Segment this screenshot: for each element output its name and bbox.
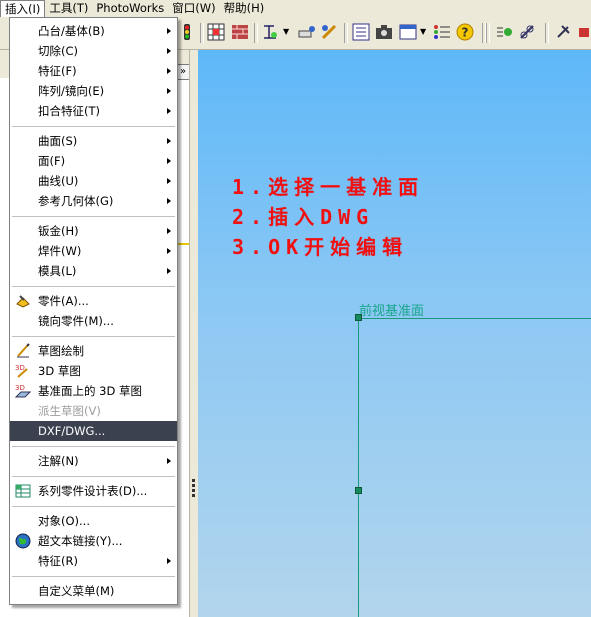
menu-item-boss-base[interactable]: 凸台/基体(B) xyxy=(10,21,177,41)
design-table-icon xyxy=(15,484,31,498)
menu-item-curve[interactable]: 曲线(U) xyxy=(10,171,177,191)
menu-bar: 插入(I) 工具(T) PhotoWorks 窗口(W) 帮助(H) xyxy=(0,0,591,17)
measure-icon[interactable] xyxy=(298,23,316,41)
menu-item-customize-menu[interactable]: 自定义菜单(M) xyxy=(10,581,177,601)
menu-separator xyxy=(12,506,175,507)
submenu-arrow-icon xyxy=(167,198,171,204)
rebuild-icon[interactable] xyxy=(495,23,513,41)
menu-separator xyxy=(12,216,175,217)
instruction-step-2: 2.插入DWG xyxy=(232,205,375,229)
menu-item-sheet-metal[interactable]: 钣金(H) xyxy=(10,221,177,241)
menu-tools[interactable]: 工具(T) xyxy=(45,0,92,17)
dropdown-arrow-icon[interactable]: ▼ xyxy=(420,27,426,36)
brick-icon[interactable] xyxy=(231,23,249,41)
camera-icon[interactable] xyxy=(375,23,393,41)
list-icon[interactable] xyxy=(352,23,370,41)
menu-item-reference-geometry[interactable]: 参考几何体(G) xyxy=(10,191,177,211)
bullet-list-icon[interactable] xyxy=(433,23,451,41)
submenu-arrow-icon xyxy=(167,88,171,94)
submenu-arrow-icon xyxy=(167,108,171,114)
menu-item-surface[interactable]: 曲面(S) xyxy=(10,131,177,151)
submenu-arrow-icon xyxy=(167,178,171,184)
submenu-arrow-icon xyxy=(167,68,171,74)
menu-item-3d-sketch-on-plane[interactable]: 3D 基准面上的 3D 草图 xyxy=(10,381,177,401)
menu-item-derived-sketch: 派生草图(V) xyxy=(38,404,101,418)
plane-3d-sketch-icon: 3D xyxy=(15,384,31,398)
menu-photoworks[interactable]: PhotoWorks xyxy=(92,0,168,17)
help-icon[interactable]: ? xyxy=(456,23,474,41)
plane-edge-handle[interactable] xyxy=(355,487,362,494)
submenu-arrow-icon xyxy=(167,248,171,254)
menu-item-pattern-mirror[interactable]: 阵列/镜向(E) xyxy=(10,81,177,101)
menu-item-fastening-feature[interactable]: 扣合特征(T) xyxy=(10,101,177,121)
globe-icon xyxy=(15,533,31,549)
svg-text:?: ? xyxy=(462,26,469,40)
3d-sketch-icon: 3D xyxy=(15,364,28,378)
menu-item-molds[interactable]: 模具(L) xyxy=(10,261,177,281)
menu-item-object[interactable]: 对象(O)... xyxy=(10,511,177,531)
submenu-arrow-icon xyxy=(167,458,171,464)
menu-item-sketch[interactable]: 草图绘制 xyxy=(10,341,177,361)
insert-menu-dropdown: 凸台/基体(B) 切除(C) 特征(F) 阵列/镜向(E) 扣合特征(T) 曲面… xyxy=(9,17,178,605)
menu-item-dxf-dwg[interactable]: DXF/DWG... xyxy=(10,421,177,441)
submenu-arrow-icon xyxy=(167,268,171,274)
menu-item-weldments[interactable]: 焊件(W) xyxy=(10,241,177,261)
dimension-icon[interactable] xyxy=(262,23,280,41)
svg-text:3D: 3D xyxy=(15,384,25,392)
grid-icon[interactable] xyxy=(207,23,225,41)
menu-item-features[interactable]: 特征(F) xyxy=(10,61,177,81)
link-icon[interactable] xyxy=(518,23,536,41)
traffic-light-icon[interactable] xyxy=(178,23,196,41)
menu-separator xyxy=(12,126,175,127)
submenu-arrow-icon xyxy=(167,138,171,144)
front-plane-label[interactable]: 前视基准面 xyxy=(359,300,424,319)
menu-insert[interactable]: 插入(I) xyxy=(0,0,46,17)
pin-icon[interactable] xyxy=(554,23,572,41)
menu-help[interactable]: 帮助(H) xyxy=(220,0,269,17)
menu-item-cut[interactable]: 切除(C) xyxy=(10,41,177,61)
front-plane-edge-horizontal[interactable] xyxy=(358,318,591,319)
menu-item-design-table[interactable]: 系列零件设计表(D)... xyxy=(10,481,177,501)
smart-fastener-icon[interactable] xyxy=(320,23,338,41)
plane-corner-handle[interactable] xyxy=(355,314,362,321)
menu-item-3d-sketch[interactable]: 3D 3D 草图 xyxy=(10,361,177,381)
menu-separator xyxy=(12,576,175,577)
submenu-arrow-icon xyxy=(167,558,171,564)
menu-item-annotations[interactable]: 注解(N) xyxy=(10,451,177,471)
menu-item-mirror-part[interactable]: 镜向零件(M)... xyxy=(10,311,177,331)
splitter-grip-icon[interactable] xyxy=(192,477,196,499)
submenu-arrow-icon xyxy=(167,228,171,234)
window-icon[interactable] xyxy=(399,23,417,41)
menu-separator xyxy=(12,286,175,287)
menu-separator xyxy=(12,446,175,447)
part-icon xyxy=(16,295,30,308)
front-plane-edge-vertical[interactable] xyxy=(358,318,359,617)
instruction-step-3: 3.OK开始编辑 xyxy=(232,235,409,259)
submenu-arrow-icon xyxy=(167,48,171,54)
instruction-step-1: 1.选择一基准面 xyxy=(232,175,425,199)
plugin-icon[interactable] xyxy=(577,23,591,41)
svg-text:3D: 3D xyxy=(15,364,25,372)
submenu-arrow-icon xyxy=(167,158,171,164)
menu-item-part[interactable]: 零件(A)... xyxy=(10,291,177,311)
submenu-arrow-icon xyxy=(167,28,171,34)
menu-separator xyxy=(12,476,175,477)
menu-item-face[interactable]: 面(F) xyxy=(10,151,177,171)
menu-item-hyperlink[interactable]: 超文本链接(Y)... xyxy=(10,531,177,551)
sketch-icon xyxy=(17,343,30,358)
dropdown-arrow-icon[interactable]: ▼ xyxy=(283,27,289,36)
menu-item-feature[interactable]: 特征(R) xyxy=(10,551,177,571)
menu-separator xyxy=(12,336,175,337)
graphics-area[interactable] xyxy=(198,50,591,617)
menu-window[interactable]: 窗口(W) xyxy=(168,0,219,17)
